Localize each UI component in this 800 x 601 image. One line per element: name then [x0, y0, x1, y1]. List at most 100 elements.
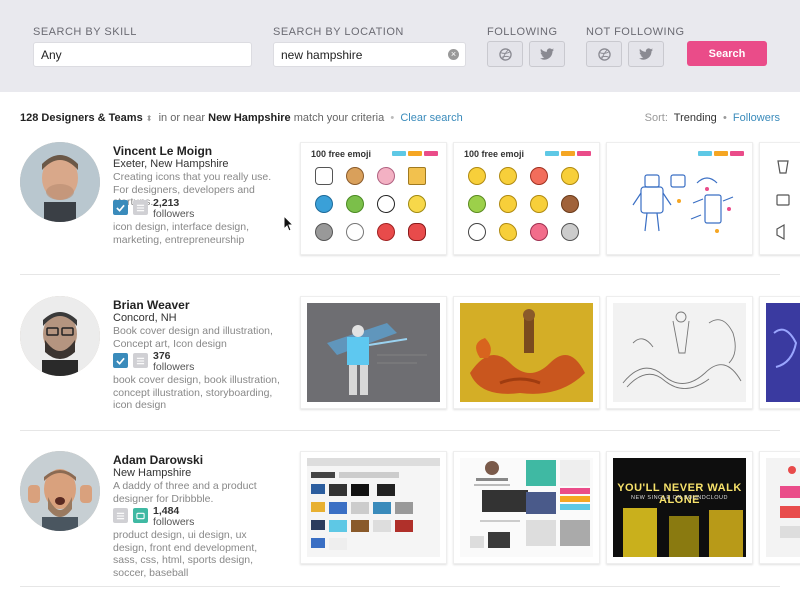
- shot-image: YOU'LL NEVER WALK ALONE NEW SINGLE ON SO…: [613, 458, 746, 557]
- shot-image: [613, 303, 746, 402]
- follower-count: 1,484 followers: [153, 505, 195, 528]
- sort-followers[interactable]: Followers: [733, 112, 780, 124]
- list-icon: [136, 357, 145, 364]
- designer-row: Adam Darowski New Hampshire A daddy of t…: [0, 451, 800, 601]
- shot-image: [766, 458, 800, 557]
- sort-separator: •: [722, 112, 727, 124]
- shot-title: 100 free emoji: [311, 149, 372, 159]
- shot-thumbnail[interactable]: 100 free emoji: [453, 142, 600, 255]
- summary-place: New Hampshire: [208, 112, 291, 124]
- not-following-twitter-button[interactable]: [628, 41, 664, 67]
- avatar[interactable]: [20, 451, 100, 531]
- shot-thumbnail[interactable]: YOU'LL NEVER WALK ALONE NEW SINGLE ON SO…: [606, 451, 753, 564]
- list-icon: [136, 204, 145, 211]
- emoji-grid: [468, 167, 599, 243]
- designer-skills: book cover design, book illustration, co…: [113, 374, 280, 411]
- skill-input[interactable]: Any: [33, 42, 252, 67]
- serpent-sketch: [622, 311, 742, 389]
- add-to-list-button[interactable]: [133, 200, 148, 215]
- sort-control: Sort: Trending • Followers: [645, 112, 780, 124]
- designer-name[interactable]: Brian Weaver: [113, 298, 189, 312]
- designer-location: Exeter, New Hampshire: [113, 158, 229, 170]
- avatar[interactable]: [20, 142, 100, 222]
- not-following-label: NOT FOLLOWING: [586, 26, 685, 38]
- designer-bio: Book cover design and illustration, Conc…: [113, 325, 273, 350]
- designer-name[interactable]: Adam Darowski: [113, 453, 203, 467]
- shot-thumbnail[interactable]: [759, 142, 800, 255]
- row-divider: [20, 430, 780, 431]
- search-button[interactable]: Search: [687, 41, 767, 66]
- shot-thumbnail[interactable]: [300, 451, 447, 564]
- follow-checkbox[interactable]: [113, 353, 128, 368]
- shot-thumbnail[interactable]: [606, 296, 753, 409]
- designer-skills: product design, ui design, ux design, fr…: [113, 529, 258, 579]
- summary-separator: •: [390, 112, 395, 124]
- shot-thumbnail[interactable]: [453, 296, 600, 409]
- designer-skills: icon design, interface design, marketing…: [113, 221, 250, 246]
- card-icon: [136, 512, 145, 519]
- location-input[interactable]: new hampshire ×: [273, 42, 466, 67]
- serpent-painting: [460, 303, 593, 402]
- results-count[interactable]: 128 Designers & Teams: [20, 112, 143, 124]
- astronaut-illustration: [327, 323, 427, 395]
- dribbble-icon: [498, 47, 512, 61]
- skill-label: SEARCH BY SKILL: [33, 26, 137, 38]
- follow-controls: 1,484 followers: [113, 505, 213, 528]
- twitter-icon: [540, 48, 554, 60]
- shot-image: [460, 458, 593, 557]
- summary-middle: in or near: [158, 112, 206, 124]
- shot-image: [307, 303, 440, 402]
- follow-checkbox[interactable]: [113, 200, 128, 215]
- mouse-cursor-icon: [283, 215, 295, 232]
- avatar[interactable]: [20, 296, 100, 376]
- follow-controls: 376 followers: [113, 350, 213, 373]
- designer-bio: A daddy of three and a product designer …: [113, 480, 257, 505]
- results-summary: 128 Designers & Teams ⬍ in or near New H…: [20, 112, 463, 124]
- shot-thumbnail[interactable]: [759, 296, 800, 409]
- blue-illustration: [773, 328, 798, 368]
- following-twitter-button[interactable]: [529, 41, 565, 67]
- shot-thumbnail[interactable]: [300, 296, 447, 409]
- jersey-illustration: [623, 508, 743, 557]
- shot-tags: [545, 151, 591, 156]
- following-dribbble-button[interactable]: [487, 41, 523, 67]
- profile-screenshot: [470, 460, 590, 548]
- robot-illustration: [632, 174, 734, 233]
- app-screenshot: [780, 466, 800, 538]
- shot-thumbnail[interactable]: [606, 142, 753, 255]
- shot-image: [307, 458, 440, 557]
- icon-set-illustration: [776, 160, 790, 241]
- follow-controls: 2,213 followers: [113, 197, 213, 220]
- check-icon: [116, 204, 125, 212]
- list-icon: [116, 512, 125, 519]
- add-to-list-button[interactable]: [133, 353, 148, 368]
- shot-tags: [698, 151, 744, 156]
- shot-thumbnail[interactable]: [759, 451, 800, 564]
- check-icon: [116, 357, 125, 365]
- row-divider: [20, 586, 780, 587]
- sort-trending[interactable]: Trending: [674, 112, 717, 124]
- not-following-dribbble-button[interactable]: [586, 41, 622, 67]
- results-count-chevron-icon[interactable]: ⬍: [146, 114, 153, 123]
- designer-name[interactable]: Vincent Le Moign: [113, 144, 212, 158]
- shot-image: [766, 303, 800, 402]
- designer-row: Brian Weaver Concord, NH Book cover desi…: [0, 296, 800, 446]
- shot-thumbnail[interactable]: 100 free emoji: [300, 142, 447, 255]
- following-label: FOLLOWING: [487, 26, 558, 38]
- clear-search-link[interactable]: Clear search: [400, 112, 462, 124]
- shot-image: [460, 303, 593, 402]
- follow-checkbox[interactable]: [113, 508, 128, 523]
- twitter-icon: [639, 48, 653, 60]
- row-divider: [20, 274, 780, 275]
- skill-input-value: Any: [41, 48, 62, 62]
- designer-row: Vincent Le Moign Exeter, New Hampshire C…: [0, 142, 800, 292]
- filter-bar: SEARCH BY SKILL Any SEARCH BY LOCATION n…: [0, 0, 800, 92]
- follower-count: 2,213 followers: [153, 197, 195, 220]
- add-to-list-button[interactable]: [133, 508, 148, 523]
- follower-count: 376 followers: [153, 350, 195, 373]
- clear-location-icon[interactable]: ×: [448, 49, 459, 60]
- summary-tail: match your criteria: [293, 112, 385, 124]
- shot-thumbnail[interactable]: [453, 451, 600, 564]
- dribbble-icon: [597, 47, 611, 61]
- location-input-value: new hampshire: [281, 48, 363, 62]
